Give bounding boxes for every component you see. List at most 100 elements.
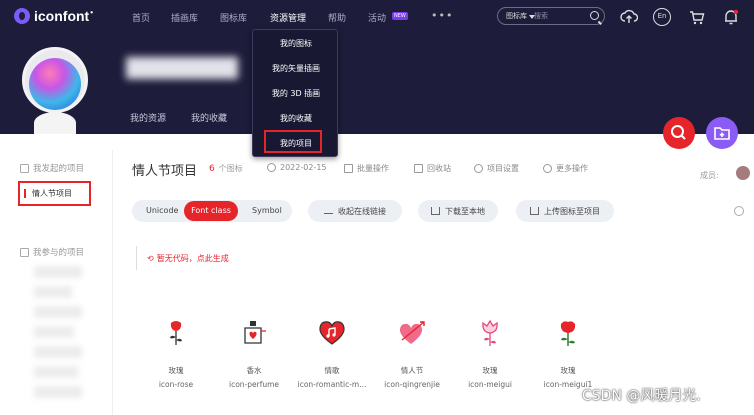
search-fab[interactable] <box>663 117 695 149</box>
brand-dot: • <box>90 7 94 17</box>
nav-activity[interactable]: 活动 <box>368 11 386 24</box>
blurred-project <box>34 386 82 398</box>
blurred-project <box>34 266 82 278</box>
more-menu-icon[interactable]: ••• <box>431 9 453 22</box>
upload-cloud-icon[interactable] <box>620 8 638 26</box>
rose-outline-icon <box>482 319 498 346</box>
icon-card[interactable]: 情人节 icon-qingrenjie <box>370 318 454 389</box>
batch-icon <box>344 164 353 173</box>
sidebar-item-label: 情人节项目 <box>32 189 72 198</box>
recycle-bin-button[interactable]: 回收站 <box>414 163 451 174</box>
divider <box>112 150 113 415</box>
username-blurred <box>126 57 238 79</box>
icon-code: icon-rose <box>158 380 194 389</box>
tab-font-class[interactable]: Font class <box>184 201 238 221</box>
tab-symbol[interactable]: Symbol <box>252 206 282 215</box>
collapse-link-button[interactable]: 收起在线链接 <box>308 200 402 222</box>
nav-illustrations[interactable]: 插画库 <box>171 11 198 24</box>
sidebar-joined-label: 我参与的项目 <box>33 248 85 258</box>
menu-item-my-vector-illustrations[interactable]: 我的矢量插画 <box>253 63 339 74</box>
tab-unicode[interactable]: Unicode <box>146 206 178 215</box>
folder-icon <box>20 163 29 173</box>
icon-count-unit: 个图标 <box>218 164 243 173</box>
upload-button[interactable]: 上传图标至项目 <box>516 200 614 222</box>
menu-item-my-3d-illustrations[interactable]: 我的 3D 插画 <box>253 88 339 99</box>
download-label: 下载至本地 <box>445 206 485 216</box>
icon-code: icon-meigui <box>468 380 512 389</box>
folder-icon <box>20 247 29 257</box>
menu-item-my-icons[interactable]: 我的图标 <box>253 38 339 49</box>
icon-count: 6 个图标 <box>209 163 243 174</box>
brand-name: iconfont <box>34 8 90 24</box>
icon-name: 情歌 <box>324 366 340 375</box>
icon-card[interactable]: 玫瑰 icon-rose <box>134 318 218 389</box>
search-input[interactable]: 搜索 <box>534 11 548 21</box>
tab-my-resources[interactable]: 我的资源 <box>130 111 166 124</box>
rose-icon <box>170 321 182 345</box>
sidebar-created-heading[interactable]: 我发起的项目 <box>20 162 84 174</box>
more-icon <box>543 164 552 173</box>
icon-code: icon-romantic-m... <box>297 380 367 389</box>
sidebar-joined-heading[interactable]: 我参与的项目 <box>20 246 84 258</box>
upload-icon <box>530 207 539 215</box>
brand-logo[interactable]: iconfont • <box>14 8 93 24</box>
tab-my-favorites[interactable]: 我的收藏 <box>191 111 227 124</box>
nav-home[interactable]: 首页 <box>132 11 150 24</box>
generate-code-link[interactable]: ⟲ 暂无代码，点此生成 <box>136 246 229 270</box>
perfume-icon <box>244 321 266 344</box>
project-title: 情人节项目 <box>132 164 198 179</box>
search-icon[interactable] <box>590 11 599 20</box>
more-actions-label: 更多操作 <box>556 164 588 173</box>
notice-text: 暂无代码，点此生成 <box>156 253 229 263</box>
member-label: 成员: <box>700 171 719 180</box>
more-actions-button[interactable]: 更多操作 <box>543 163 588 174</box>
download-button[interactable]: 下载至本地 <box>418 200 498 222</box>
avatar-stand <box>34 112 76 134</box>
icon-name: 香水 <box>246 366 262 375</box>
notification-bell-icon[interactable] <box>722 8 740 26</box>
trash-icon <box>414 164 423 173</box>
project-settings-label: 项目设置 <box>487 164 519 173</box>
icon-count-value: 6 <box>209 164 215 174</box>
active-indicator <box>24 189 26 198</box>
cart-icon[interactable] <box>688 8 706 26</box>
batch-operation-label: 批量操作 <box>357 164 389 173</box>
menu-item-my-favorites[interactable]: 我的收藏 <box>253 113 339 124</box>
watermark: CSDN @风暖月光. <box>582 388 701 404</box>
member-avatar[interactable] <box>736 166 750 180</box>
download-icon <box>431 207 440 215</box>
icon-name: 玫瑰 <box>482 366 498 375</box>
code-type-tabs: Unicode Font class Symbol <box>132 200 292 222</box>
icon-card[interactable]: 香水 icon-perfume <box>212 318 296 389</box>
project-settings-button[interactable]: 项目设置 <box>474 163 519 174</box>
icon-name: 玫瑰 <box>168 366 184 375</box>
new-project-fab[interactable] <box>706 117 738 149</box>
pencil-icon <box>474 164 483 173</box>
blurred-project <box>34 326 74 338</box>
icon-card[interactable]: 情歌 icon-romantic-m... <box>290 318 374 389</box>
upload-label: 上传图标至项目 <box>544 206 600 216</box>
language-switch[interactable]: En <box>653 8 671 26</box>
info-icon[interactable] <box>734 206 744 216</box>
sidebar-created-label: 我发起的项目 <box>33 164 85 174</box>
icon-card[interactable]: 玫瑰 icon-meigui1 <box>526 318 610 389</box>
icon-code: icon-qingrenjie <box>384 380 440 389</box>
valentine-icon <box>399 321 425 344</box>
nav-icon-library[interactable]: 图标库 <box>220 11 247 24</box>
sidebar-item-valentine[interactable]: 情人节项目 <box>18 181 91 206</box>
avatar[interactable] <box>22 47 88 113</box>
refresh-icon: ⟲ <box>147 253 154 263</box>
nav-resource-management[interactable]: 资源管理 <box>270 11 306 24</box>
nav-help[interactable]: 帮助 <box>328 11 346 24</box>
romantic-music-icon <box>319 321 345 345</box>
blurred-project <box>34 286 72 298</box>
search-scope-select[interactable]: 图标库 <box>506 11 535 21</box>
highlight-box <box>264 130 322 153</box>
blurred-project <box>34 366 78 378</box>
blurred-project <box>34 306 82 318</box>
batch-operation-button[interactable]: 批量操作 <box>344 163 389 174</box>
icon-card[interactable]: 玫瑰 icon-meigui <box>448 318 532 389</box>
add-folder-icon <box>714 127 730 140</box>
icon-name: 情人节 <box>400 366 424 375</box>
new-badge: NEW <box>392 12 408 20</box>
